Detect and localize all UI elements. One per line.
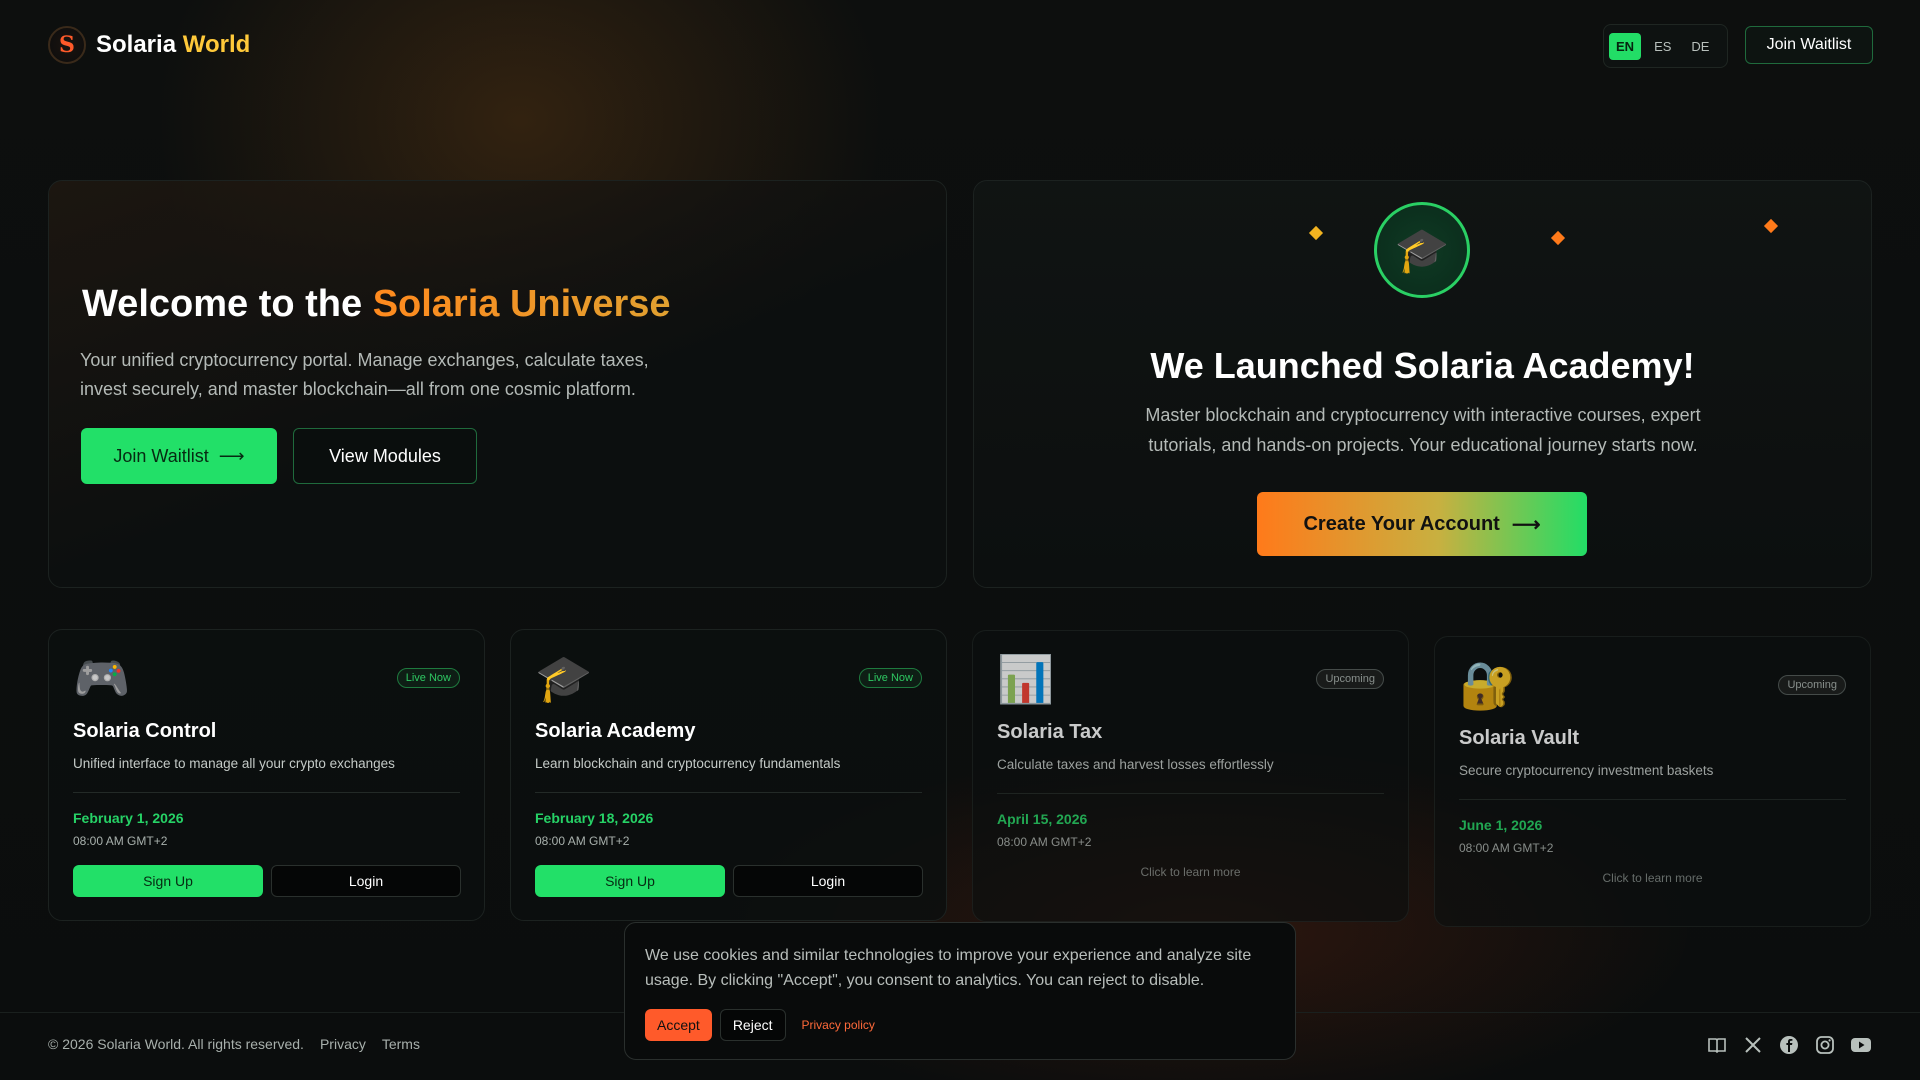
announcement-description: Master blockchain and cryptocurrency wit… bbox=[1145, 405, 1701, 455]
hero-title: Welcome to the Solaria Universe bbox=[82, 283, 671, 326]
gamepad-icon: 🎮 bbox=[73, 652, 131, 704]
module-title: Solaria Control bbox=[73, 720, 217, 742]
language-es-button[interactable]: ES bbox=[1647, 33, 1678, 60]
cookie-text: We use cookies and similar technologies … bbox=[645, 947, 1252, 989]
arrow-right-icon: ⟶ bbox=[218, 445, 245, 466]
launch-date: February 1, 2026 bbox=[73, 810, 184, 826]
launch-date: June 1, 2026 bbox=[1459, 817, 1543, 833]
hero-title-prefix: Welcome to the bbox=[82, 283, 373, 325]
module-description: Learn blockchain and cryptocurrency fund… bbox=[535, 756, 841, 771]
login-button[interactable]: Login bbox=[271, 865, 461, 897]
social-links bbox=[1706, 1034, 1872, 1056]
logo-text: Solaria World bbox=[96, 31, 250, 59]
module-card-control[interactable]: 🎮 Live Now Solaria Control Unified inter… bbox=[48, 629, 485, 921]
launch-date: April 15, 2026 bbox=[997, 811, 1088, 827]
hero-title-highlight: Solaria Universe bbox=[372, 283, 671, 325]
facebook-icon[interactable] bbox=[1778, 1034, 1800, 1056]
status-badge: Upcoming bbox=[1316, 669, 1384, 689]
logo-name: Solaria bbox=[96, 31, 177, 58]
footer-links: © 2026 Solaria World. All rights reserve… bbox=[48, 1036, 420, 1052]
view-modules-button[interactable]: View Modules bbox=[293, 428, 477, 484]
learn-more-link[interactable]: Click to learn more bbox=[1435, 871, 1870, 885]
brand-logo[interactable]: S Solaria World bbox=[48, 26, 250, 64]
launch-time: 08:00 AM GMT+2 bbox=[1459, 841, 1554, 855]
learn-more-link[interactable]: Click to learn more bbox=[973, 865, 1408, 879]
divider bbox=[997, 793, 1384, 794]
sign-up-button[interactable]: Sign Up bbox=[535, 865, 725, 897]
bar-chart-icon: 📊 bbox=[997, 653, 1055, 705]
divider bbox=[535, 792, 922, 793]
footer-terms-link[interactable]: Terms bbox=[382, 1036, 420, 1052]
divider bbox=[1459, 799, 1846, 800]
privacy-policy-link[interactable]: Privacy policy bbox=[802, 1018, 875, 1032]
arrow-right-icon: ⟶ bbox=[1511, 513, 1541, 536]
hero-join-waitlist-label: Join Waitlist bbox=[113, 445, 209, 466]
module-title: Solaria Vault bbox=[1459, 727, 1580, 749]
hero-join-waitlist-button[interactable]: Join Waitlist ⟶ bbox=[81, 428, 277, 484]
cookie-accept-button[interactable]: Accept bbox=[645, 1009, 712, 1041]
module-card-tax[interactable]: 📊 Upcoming Solaria Tax Calculate taxes a… bbox=[972, 630, 1409, 922]
status-badge: Live Now bbox=[396, 668, 460, 688]
create-account-button[interactable]: Create Your Account ⟶ bbox=[1257, 492, 1587, 556]
cookie-banner: We use cookies and similar technologies … bbox=[624, 922, 1296, 1060]
launch-date: February 18, 2026 bbox=[535, 810, 654, 826]
module-title: Solaria Tax bbox=[997, 721, 1103, 743]
create-account-label: Create Your Account bbox=[1303, 512, 1500, 535]
module-card-academy[interactable]: 🎓 Live Now Solaria Academy Learn blockch… bbox=[510, 629, 947, 921]
logo-accent: World bbox=[182, 31, 251, 58]
footer-privacy-link[interactable]: Privacy bbox=[320, 1036, 366, 1052]
cookie-actions: Accept Reject Privacy policy bbox=[645, 1009, 1275, 1041]
youtube-icon[interactable] bbox=[1850, 1034, 1872, 1056]
module-title: Solaria Academy bbox=[535, 720, 696, 742]
header-join-waitlist-button[interactable]: Join Waitlist bbox=[1745, 26, 1873, 64]
x-icon[interactable] bbox=[1742, 1034, 1764, 1056]
language-switcher: EN ES DE bbox=[1603, 24, 1728, 68]
announcement-title: We Launched Solaria Academy! bbox=[1150, 345, 1695, 386]
module-description: Unified interface to manage all your cry… bbox=[73, 756, 395, 771]
cookie-reject-button[interactable]: Reject bbox=[719, 1009, 786, 1041]
module-card-vault[interactable]: 🔐 Upcoming Solaria Vault Secure cryptocu… bbox=[1434, 636, 1871, 927]
book-icon[interactable] bbox=[1706, 1034, 1728, 1056]
divider bbox=[73, 792, 460, 793]
launch-time: 08:00 AM GMT+2 bbox=[73, 834, 168, 848]
graduation-cap-icon: 🎓 bbox=[535, 652, 593, 704]
login-button[interactable]: Login bbox=[733, 865, 923, 897]
logo-mark: S bbox=[48, 26, 86, 64]
instagram-icon[interactable] bbox=[1814, 1034, 1836, 1056]
status-badge: Upcoming bbox=[1778, 675, 1846, 695]
lock-icon: 🔐 bbox=[1459, 659, 1517, 711]
module-description: Calculate taxes and harvest losses effor… bbox=[997, 757, 1274, 772]
language-de-button[interactable]: DE bbox=[1684, 33, 1716, 60]
sign-up-button[interactable]: Sign Up bbox=[73, 865, 263, 897]
copyright-text: © 2026 Solaria World. All rights reserve… bbox=[48, 1036, 304, 1052]
status-badge: Live Now bbox=[858, 668, 922, 688]
hero-description: Your unified cryptocurrency portal. Mana… bbox=[80, 350, 649, 399]
launch-time: 08:00 AM GMT+2 bbox=[997, 835, 1092, 849]
language-en-button[interactable]: EN bbox=[1609, 32, 1642, 60]
module-description: Secure cryptocurrency investment baskets bbox=[1459, 763, 1714, 778]
graduation-cap-icon: 🎓 bbox=[1374, 202, 1470, 298]
launch-time: 08:00 AM GMT+2 bbox=[535, 834, 630, 848]
